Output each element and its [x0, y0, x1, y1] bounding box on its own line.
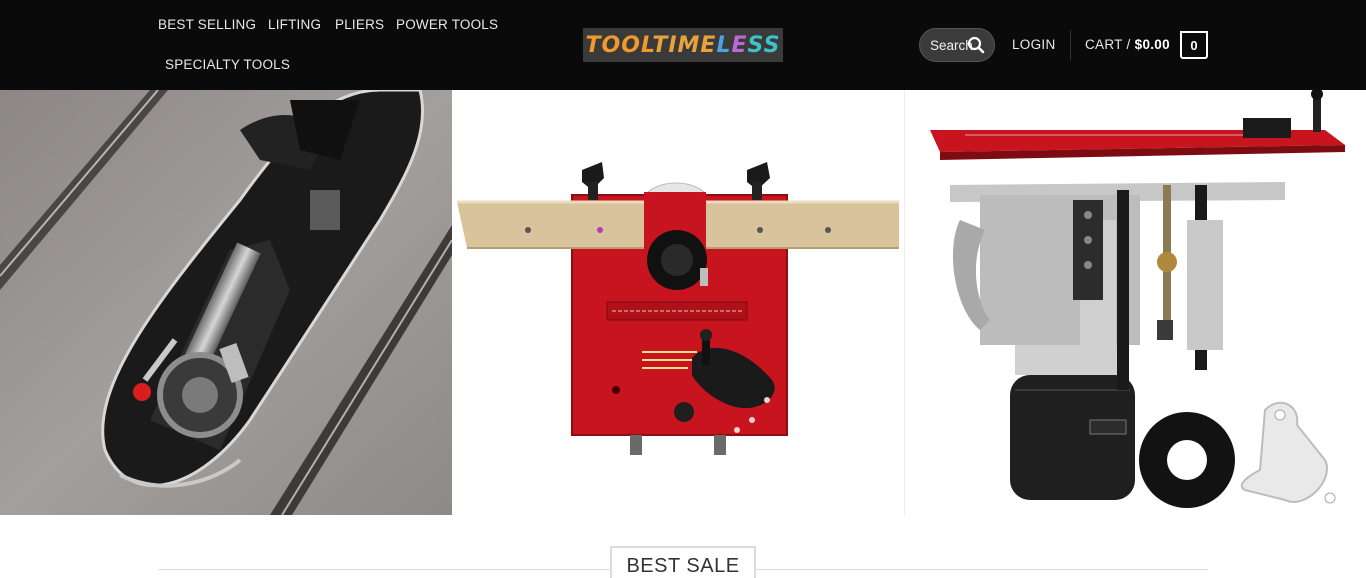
nav-power-tools[interactable]: POWER TOOLS: [396, 17, 498, 32]
cart-link[interactable]: CART / $0.00: [1085, 37, 1170, 52]
login-link[interactable]: LOGIN: [1012, 37, 1056, 52]
search-field[interactable]: Search: [919, 28, 995, 62]
nav-best-selling[interactable]: BEST SELLING: [158, 17, 256, 32]
logo-part-5: SS: [747, 32, 781, 58]
hero-banner: [0, 90, 1366, 515]
search-icon[interactable]: [967, 36, 985, 54]
header-divider: [1070, 30, 1071, 60]
banner-image-table-saw[interactable]: [0, 90, 452, 515]
logo-part-4: E: [731, 32, 748, 58]
nav-pliers[interactable]: PLIERS: [335, 17, 384, 32]
cart-count-badge[interactable]: 0: [1180, 31, 1208, 59]
logo-part-1: TOOL: [585, 32, 653, 58]
cart-amount: $0.00: [1134, 37, 1170, 52]
nav-specialty-tools[interactable]: SPECIALTY TOOLS: [165, 57, 290, 72]
banner-image-router-fence[interactable]: [452, 90, 904, 515]
logo-part-2: TIME: [652, 32, 717, 58]
section-title: BEST SALE: [626, 554, 740, 577]
logo-part-3: L: [716, 32, 732, 58]
site-logo[interactable]: TOOLTIMELESS: [583, 28, 783, 62]
section-title-box: BEST SALE: [610, 546, 756, 578]
site-header: BEST SELLING LIFTING PLIERS POWER TOOLS …: [0, 0, 1366, 90]
nav-lifting[interactable]: LIFTING: [268, 17, 321, 32]
cart-label: CART /: [1085, 37, 1131, 52]
banner-image-router-lift[interactable]: [904, 90, 1366, 515]
